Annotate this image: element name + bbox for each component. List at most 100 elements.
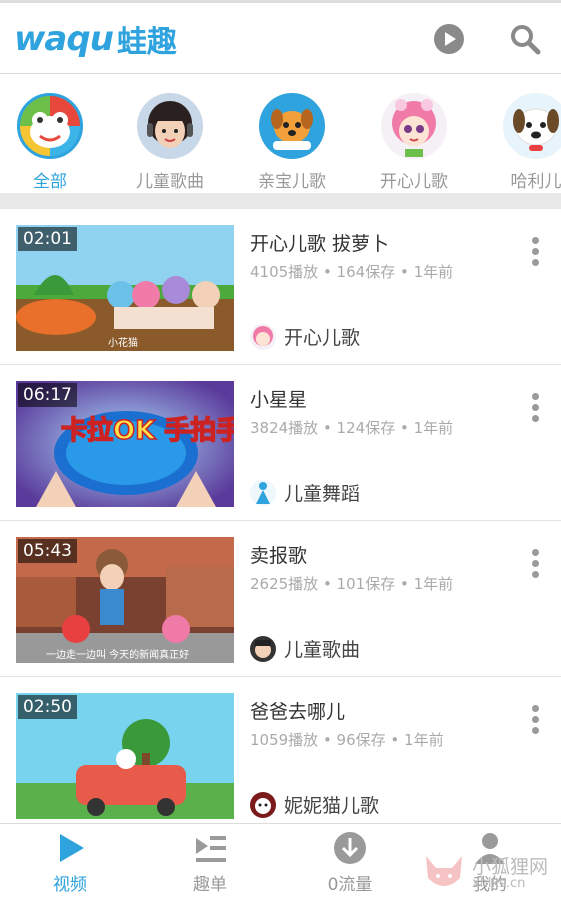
more-dot-icon bbox=[531, 705, 539, 712]
category-harry[interactable]: 哈利儿 bbox=[476, 93, 561, 192]
tab-label: 趣单 bbox=[193, 875, 227, 895]
thumbnail-caption: 卡拉OK 手拍手 bbox=[61, 415, 234, 446]
video-thumbnail[interactable]: 02:50 bbox=[16, 693, 234, 819]
channel-avatar bbox=[250, 791, 276, 818]
category-label: 哈利儿 bbox=[510, 172, 561, 192]
category-label: 全部 bbox=[33, 172, 67, 192]
play-circle-icon bbox=[434, 24, 464, 54]
channel-link[interactable]: 儿童舞蹈 bbox=[250, 479, 360, 506]
category-bar: 全部 儿童歌曲 亲宝儿歌 开心儿歌 哈利儿 bbox=[0, 75, 561, 193]
category-all[interactable]: 全部 bbox=[0, 93, 110, 192]
channel-avatar-icon bbox=[255, 639, 271, 658]
video-thumbnail[interactable]: 卡拉OK 手拍手 06:17 bbox=[16, 381, 234, 507]
duration-badge: 06:17 bbox=[18, 383, 77, 407]
category-label: 亲宝儿歌 bbox=[258, 172, 326, 192]
more-options-button[interactable] bbox=[528, 705, 542, 741]
channel-name: 开心儿歌 bbox=[284, 327, 361, 349]
duration-badge: 02:01 bbox=[18, 227, 77, 251]
more-dot-icon bbox=[531, 727, 539, 734]
more-dot-icon bbox=[531, 716, 539, 723]
category-label: 儿童歌曲 bbox=[136, 172, 204, 192]
more-dot-icon bbox=[531, 259, 539, 266]
more-dot-icon bbox=[531, 248, 539, 255]
category-label: 开心儿歌 bbox=[380, 172, 448, 192]
more-dot-icon bbox=[531, 237, 539, 244]
fox-logo-icon bbox=[426, 856, 462, 886]
app-screen: waqu 蛙趣 全部 儿童歌曲 亲宝儿歌 开心儿歌 哈利儿 小花猫 02:01 … bbox=[0, 0, 561, 900]
channel-avatar-icon bbox=[253, 325, 273, 346]
dog-avatar-icon bbox=[513, 108, 559, 151]
channel-name: 儿童舞蹈 bbox=[284, 483, 361, 505]
category-children-songs[interactable]: 儿童歌曲 bbox=[110, 93, 230, 192]
channel-link[interactable]: 妮妮猫儿歌 bbox=[250, 791, 379, 818]
channel-avatar bbox=[250, 479, 276, 506]
play-history-button[interactable] bbox=[433, 23, 465, 55]
more-options-button[interactable] bbox=[528, 393, 542, 429]
download-icon bbox=[334, 832, 366, 864]
logo-cjk: 蛙趣 bbox=[116, 25, 177, 60]
more-dot-icon bbox=[531, 571, 539, 578]
video-thumbnail[interactable]: 小花猫 02:01 bbox=[16, 225, 234, 351]
thumbnail-caption: 一边走一边叫 今天的新闻真正好 bbox=[46, 648, 189, 661]
category-avatar bbox=[503, 93, 561, 159]
video-title[interactable]: 开心儿歌 拔萝卜 bbox=[250, 229, 389, 256]
video-list: 小花猫 02:01 开心儿歌 拔萝卜 4105播放 • 164保存 • 1年前 … bbox=[0, 209, 561, 823]
top-bar: waqu 蛙趣 bbox=[0, 0, 561, 74]
channel-link[interactable]: 开心儿歌 bbox=[250, 323, 360, 350]
channel-link[interactable]: 儿童歌曲 bbox=[250, 635, 360, 662]
more-options-button[interactable] bbox=[528, 549, 542, 585]
video-title[interactable]: 爸爸去哪儿 bbox=[250, 697, 345, 724]
watermark-text: 小狐狸网 bbox=[472, 856, 549, 878]
duration-badge: 05:43 bbox=[18, 539, 77, 563]
logo-latin: waqu bbox=[14, 19, 114, 59]
tab-label: 视频 bbox=[53, 875, 87, 895]
video-title[interactable]: 卖报歌 bbox=[250, 541, 307, 568]
section-divider bbox=[0, 193, 561, 209]
watermark: 小狐狸网 xhlks.cn bbox=[420, 848, 561, 900]
play-icon bbox=[60, 834, 84, 862]
more-dot-icon bbox=[531, 560, 539, 567]
more-dot-icon bbox=[531, 393, 539, 400]
more-dot-icon bbox=[531, 415, 539, 422]
category-avatar bbox=[17, 93, 83, 159]
video-item[interactable]: 小花猫 02:01 开心儿歌 拔萝卜 4105播放 • 164保存 • 1年前 … bbox=[0, 209, 561, 365]
video-meta: 1059播放 • 96保存 • 1年前 bbox=[250, 731, 444, 749]
puppy-avatar-icon bbox=[271, 109, 313, 150]
thumbnail-caption: 小花猫 bbox=[108, 336, 138, 349]
playlist-icon bbox=[196, 836, 226, 862]
category-qinbao[interactable]: 亲宝儿歌 bbox=[232, 93, 352, 192]
channel-avatar bbox=[250, 635, 276, 662]
cat-avatar-icon bbox=[255, 797, 271, 814]
more-options-button[interactable] bbox=[528, 237, 542, 273]
video-title[interactable]: 小星星 bbox=[250, 385, 307, 412]
more-dot-icon bbox=[531, 549, 539, 556]
dancer-icon bbox=[256, 481, 270, 504]
search-icon bbox=[511, 25, 541, 55]
channel-name: 妮妮猫儿歌 bbox=[284, 795, 380, 817]
search-button[interactable] bbox=[509, 23, 541, 55]
channel-avatar bbox=[250, 323, 276, 350]
category-avatar bbox=[381, 93, 447, 159]
video-meta: 4105播放 • 164保存 • 1年前 bbox=[250, 263, 454, 281]
video-item[interactable]: 02:50 爸爸去哪儿 1059播放 • 96保存 • 1年前 妮妮猫儿歌 bbox=[0, 677, 561, 823]
video-meta: 3824播放 • 124保存 • 1年前 bbox=[250, 419, 454, 437]
category-avatar bbox=[259, 93, 325, 159]
video-item[interactable]: 一边走一边叫 今天的新闻真正好 05:43 卖报歌 2625播放 • 101保存… bbox=[0, 521, 561, 677]
girl-cartoon-icon bbox=[392, 99, 436, 157]
tab-video[interactable]: 视频 bbox=[20, 830, 120, 895]
video-meta: 2625播放 • 101保存 • 1年前 bbox=[250, 575, 454, 593]
video-thumbnail[interactable]: 一边走一边叫 今天的新闻真正好 05:43 bbox=[16, 537, 234, 663]
tab-label: 0流量 bbox=[327, 875, 373, 895]
tab-playlist[interactable]: 趣单 bbox=[160, 830, 260, 895]
more-dot-icon bbox=[531, 404, 539, 411]
channel-name: 儿童歌曲 bbox=[284, 639, 361, 661]
tab-offline[interactable]: 0流量 bbox=[300, 830, 400, 895]
frog-mascot-icon bbox=[30, 112, 70, 148]
category-avatar bbox=[137, 93, 203, 159]
girl-avatar-icon bbox=[147, 101, 193, 148]
watermark-url: xhlks.cn bbox=[472, 876, 526, 891]
video-item[interactable]: 卡拉OK 手拍手 06:17 小星星 3824播放 • 124保存 • 1年前 … bbox=[0, 365, 561, 521]
category-happy-songs[interactable]: 开心儿歌 bbox=[354, 93, 474, 192]
duration-badge: 02:50 bbox=[18, 695, 77, 719]
app-logo: waqu 蛙趣 bbox=[14, 17, 177, 61]
